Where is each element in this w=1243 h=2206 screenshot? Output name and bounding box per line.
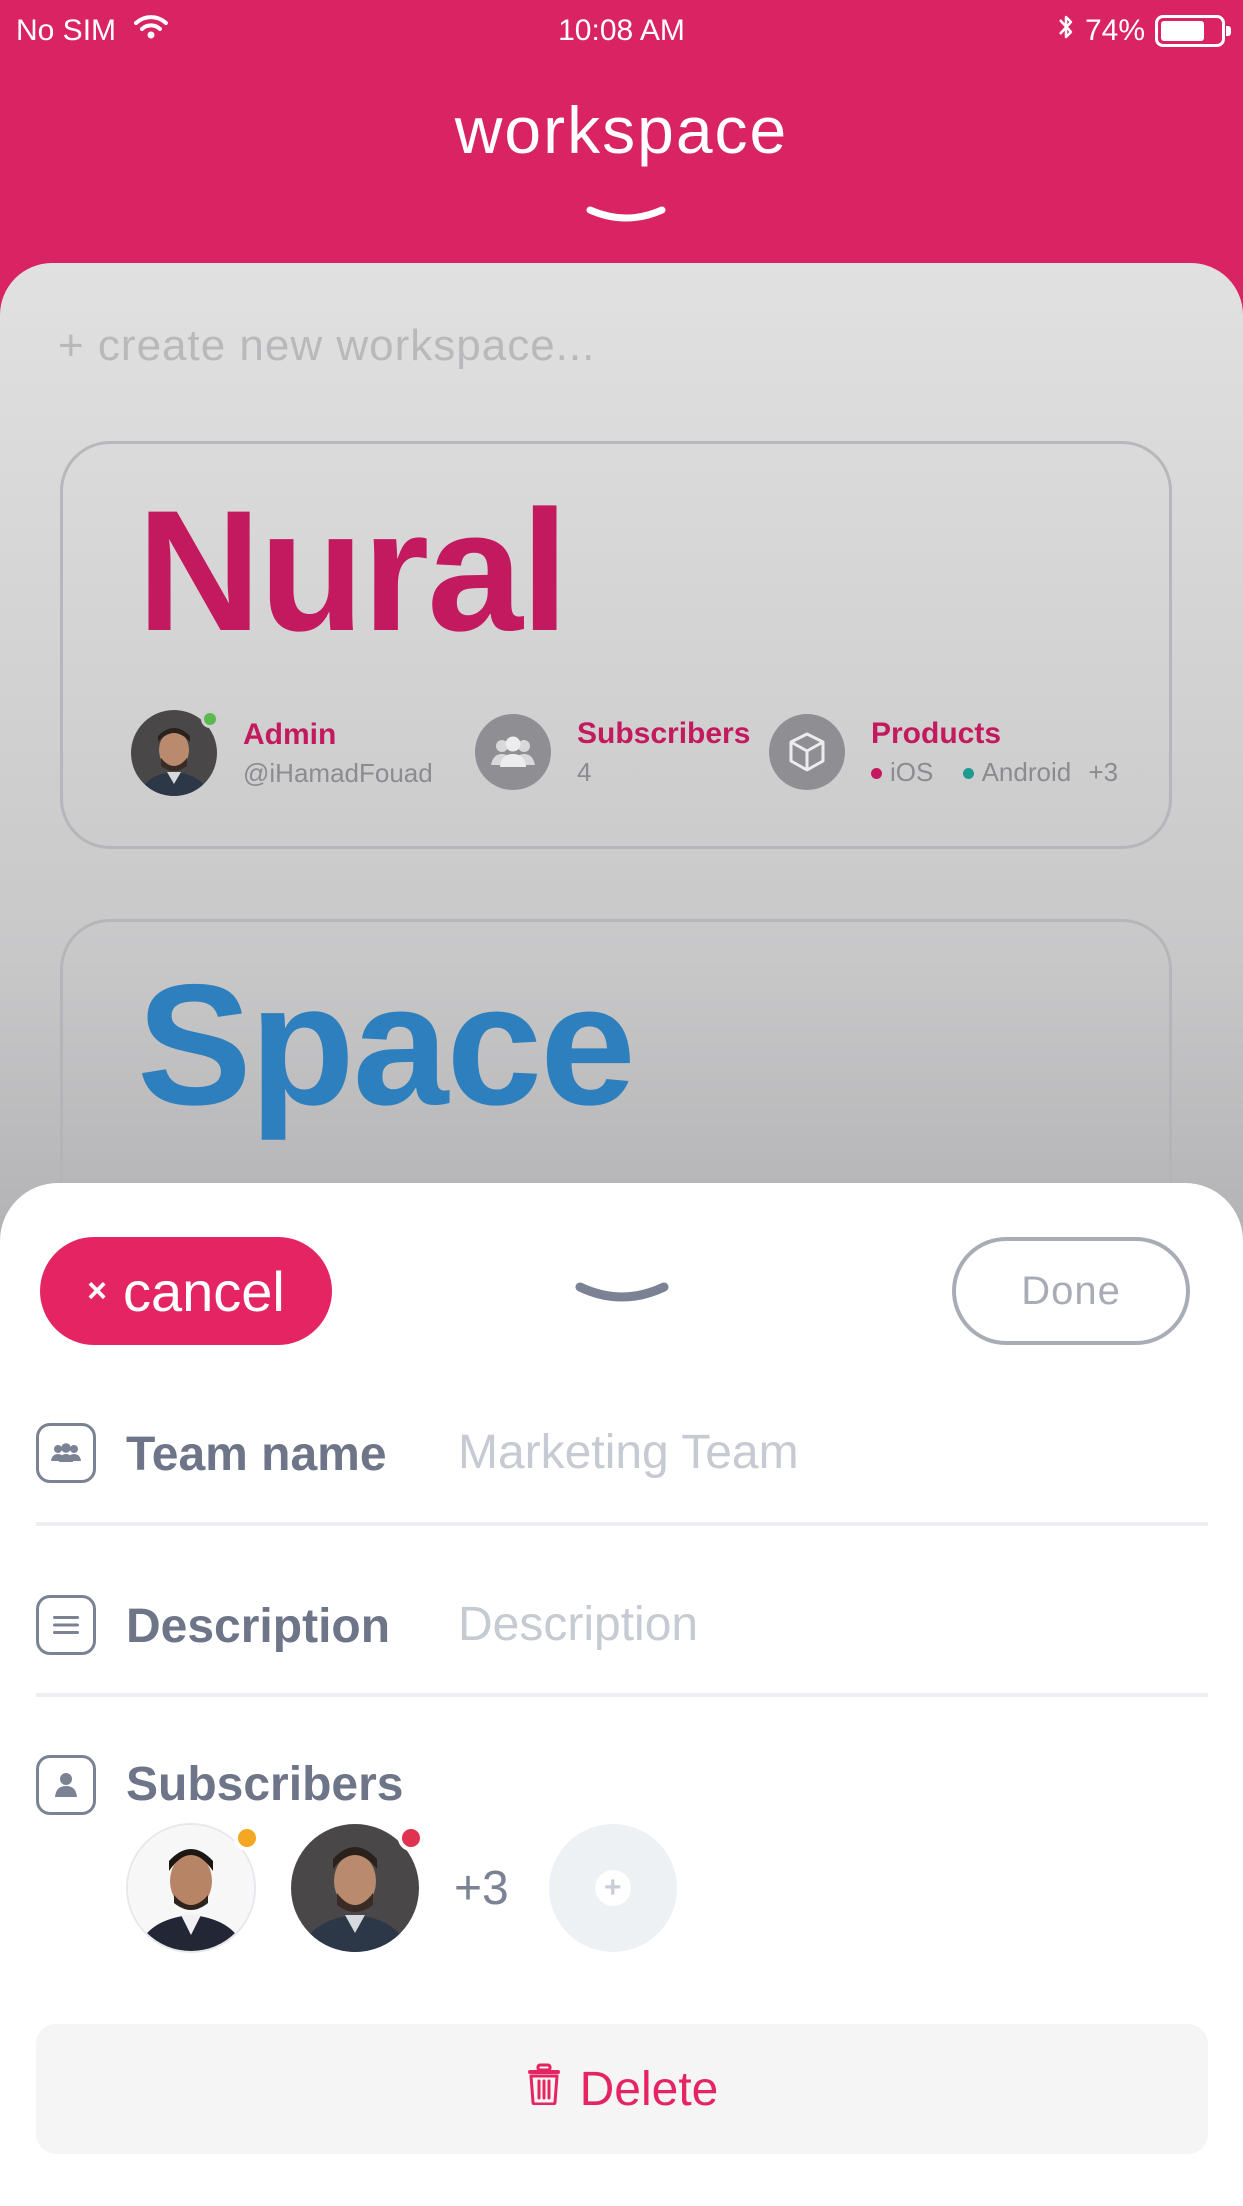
more-subscribers-count[interactable]: +3	[454, 1861, 509, 1916]
avatar[interactable]	[290, 1823, 424, 1953]
team-name-input[interactable]	[458, 1425, 1158, 1480]
workspace-subscribers: Subscribers 4	[475, 714, 750, 790]
edit-team-sheet: × cancel Done Team name Marketing Team D…	[0, 1183, 1243, 2206]
avatar[interactable]	[126, 1823, 260, 1953]
subscribers-info: Subscribers 4	[577, 717, 750, 788]
plus-icon: +	[594, 1870, 631, 1906]
workspace-name: Nural	[137, 475, 569, 667]
team-icon	[36, 1423, 96, 1483]
busy-status-dot	[398, 1825, 424, 1851]
workspace-products: Products iOS Android +3	[769, 714, 1118, 790]
status-right: 74%	[1057, 12, 1231, 50]
add-subscriber-button[interactable]: +	[548, 1824, 677, 1952]
box-icon	[769, 714, 845, 790]
products-list: iOS Android +3	[871, 757, 1118, 788]
battery-fill	[1161, 21, 1204, 41]
ios-dot	[871, 768, 882, 780]
description-row: Description	[36, 1583, 1208, 1663]
trash-icon	[526, 2062, 562, 2117]
product-android: Android	[981, 756, 1072, 787]
create-workspace-button[interactable]: + create new workspace...	[58, 321, 595, 371]
description-label: Description	[126, 1600, 391, 1653]
bluetooth-icon	[1057, 12, 1075, 50]
products-more: +3	[1088, 756, 1119, 787]
avatar	[131, 710, 219, 796]
subscribers-label: Subscribers	[126, 1758, 404, 1811]
battery-percent: 74%	[1084, 14, 1145, 47]
page-title: workspace	[454, 93, 789, 167]
product-ios: iOS	[890, 756, 934, 787]
user-icon	[36, 1755, 96, 1815]
workspace-admin: Admin @iHamadFouad	[131, 710, 433, 796]
away-status-dot	[234, 1825, 260, 1851]
status-bar: No SIM 10:08 AM 74%	[0, 0, 1243, 62]
subscribers-label: Subscribers	[577, 716, 751, 750]
subscribers-row: Subscribers	[36, 1743, 1208, 1815]
chevron-down-icon[interactable]	[574, 1279, 670, 1312]
admin-handle: @iHamadFouad	[243, 757, 433, 788]
chevron-down-icon[interactable]	[586, 204, 666, 231]
subscribers-count: 4	[577, 756, 592, 787]
delete-button[interactable]: Delete	[36, 2024, 1208, 2154]
products-label: Products	[871, 716, 1002, 750]
divider	[36, 1693, 1208, 1697]
subscribers-list: +3 +	[126, 1823, 677, 1953]
text-lines-icon	[36, 1595, 96, 1655]
description-input[interactable]	[458, 1597, 1158, 1652]
admin-info: Admin @iHamadFouad	[243, 718, 433, 789]
workspace-name: Space	[137, 949, 636, 1141]
team-name-label: Team name	[126, 1428, 387, 1481]
battery-icon	[1155, 15, 1231, 47]
admin-label: Admin	[243, 717, 337, 751]
cancel-button[interactable]: × cancel	[40, 1237, 332, 1345]
cancel-label: cancel	[122, 1259, 285, 1323]
products-info: Products iOS Android +3	[871, 717, 1118, 788]
divider	[36, 1522, 1208, 1526]
done-button[interactable]: Done	[952, 1237, 1190, 1345]
team-icon	[475, 714, 551, 790]
app-screen: No SIM 10:08 AM 74% workspace + create n…	[0, 0, 1243, 2206]
close-icon: ×	[87, 1271, 107, 1310]
online-status-dot	[201, 710, 219, 728]
team-name-row: Team name	[36, 1413, 1208, 1493]
workspace-card-nural[interactable]: Nural Admin @iHamadFouad Subscribers 4 P…	[60, 441, 1172, 849]
android-dot	[962, 768, 974, 780]
delete-label: Delete	[579, 2062, 719, 2116]
